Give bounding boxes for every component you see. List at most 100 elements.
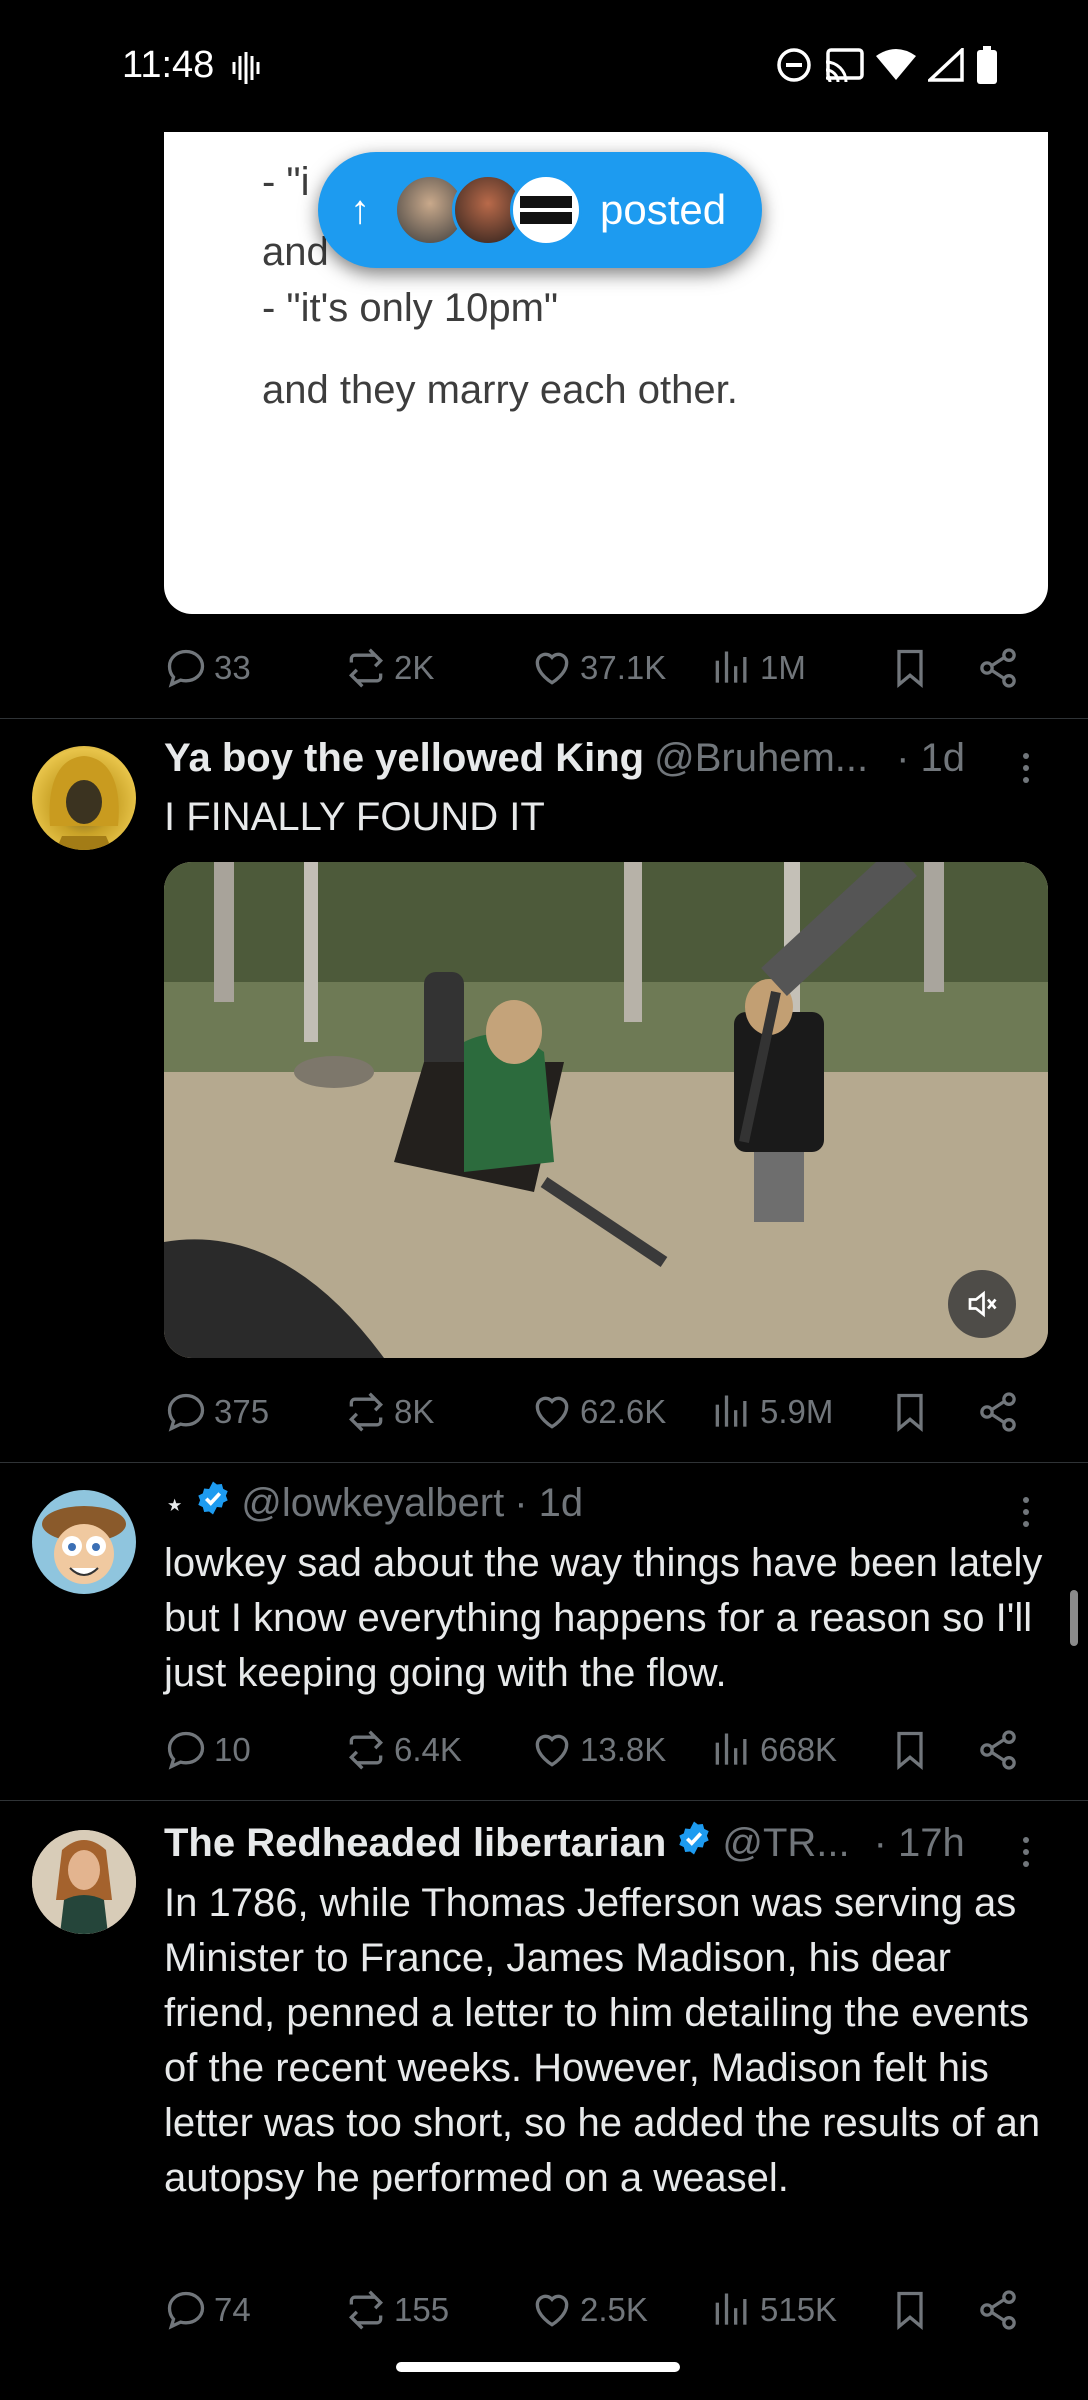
author-name[interactable]: ⋆ <box>164 1485 185 1525</box>
reply-icon <box>167 1731 205 1770</box>
repost-count: 6.4K <box>394 1731 462 1768</box>
new-posts-pill[interactable]: ↑ posted <box>318 152 762 268</box>
bookmark-button[interactable] <box>888 2288 976 2332</box>
share-button[interactable] <box>976 2288 1020 2332</box>
vibrate-icon <box>232 52 260 84</box>
repost-button[interactable]: 155 <box>344 2288 530 2332</box>
reply-count: 375 <box>214 1393 270 1430</box>
status-bar: 11:48 <box>0 0 1088 132</box>
share-icon <box>980 1392 1016 1432</box>
volume-muted-icon <box>968 1290 997 1318</box>
like-count: 2.5K <box>580 2291 648 2328</box>
avatar[interactable] <box>32 746 136 850</box>
mute-toggle[interactable] <box>948 1270 1016 1338</box>
author-name[interactable]: Ya boy the yellowed King <box>164 736 644 781</box>
view-count: 668K <box>760 1731 838 1768</box>
heart-icon <box>535 1396 569 1429</box>
avatar-image <box>49 756 119 850</box>
post-text: lowkey sad about the way things have bee… <box>164 1541 1043 1695</box>
more-options-icon[interactable] <box>1016 748 1036 788</box>
more-options-icon[interactable] <box>1016 1492 1036 1532</box>
views-icon <box>715 651 747 683</box>
battery-icon <box>977 46 997 84</box>
reply-button[interactable]: 33 <box>164 646 344 690</box>
repost-icon <box>348 2290 384 2330</box>
like-count: 62.6K <box>580 1393 667 1430</box>
views-button[interactable]: 5.9M <box>710 1390 888 1434</box>
like-button[interactable]: 13.8K <box>530 1728 710 1772</box>
reply-count: 74 <box>214 2291 251 2328</box>
share-button[interactable] <box>976 1390 1020 1434</box>
post-actions: 375 8K 62.6K 5.9M <box>164 1382 1034 1442</box>
post-header: Ya boy the yellowed King @Bruhem... · 1d <box>164 736 965 781</box>
post-video[interactable] <box>164 862 1048 1358</box>
pill-label: posted <box>600 186 727 233</box>
scrollbar[interactable] <box>1070 1590 1078 1646</box>
like-button[interactable]: 37.1K <box>530 646 710 690</box>
views-icon <box>715 1395 747 1427</box>
image-text-line: and they marry each other. <box>262 368 738 412</box>
bookmark-icon <box>897 2291 923 2331</box>
author-handle[interactable]: @Bruhem... <box>654 736 868 781</box>
views-icon <box>715 1733 747 1765</box>
heart-icon <box>535 2294 569 2327</box>
reply-button[interactable]: 74 <box>164 2288 344 2332</box>
repost-count: 155 <box>394 2291 450 2328</box>
like-button[interactable]: 62.6K <box>530 1390 710 1434</box>
reply-button[interactable]: 375 <box>164 1390 344 1434</box>
post-text: I FINALLY FOUND IT <box>164 795 545 839</box>
avatar-image <box>32 1830 136 1934</box>
heart-icon <box>535 1734 569 1767</box>
views-button[interactable]: 1M <box>710 646 888 690</box>
view-count: 1M <box>760 649 806 686</box>
post-actions: 10 6.4K 13.8K 668K <box>164 1720 1034 1780</box>
status-icons <box>776 46 998 84</box>
bookmark-icon <box>897 1393 923 1433</box>
avatar[interactable] <box>32 1830 136 1934</box>
bookmark-icon <box>897 1731 923 1771</box>
reply-button[interactable]: 10 <box>164 1728 344 1772</box>
repost-button[interactable]: 2K <box>344 646 530 690</box>
post-header: ⋆ @lowkeyalbert · 1d <box>164 1480 583 1526</box>
repost-icon <box>348 1730 384 1770</box>
signal-icon <box>928 48 964 82</box>
bookmark-button[interactable] <box>888 646 976 690</box>
author-handle[interactable]: @lowkeyalbert <box>241 1481 504 1526</box>
share-button[interactable] <box>976 1728 1020 1772</box>
bookmark-icon <box>897 649 923 689</box>
share-icon <box>980 1730 1016 1770</box>
reply-icon <box>167 649 205 688</box>
status-time: 11:48 <box>122 44 215 86</box>
views-button[interactable]: 515K <box>710 2288 888 2332</box>
divider <box>0 718 1088 719</box>
post-time: · 1d <box>514 1481 584 1525</box>
like-count: 13.8K <box>580 1731 667 1768</box>
repost-count: 2K <box>394 649 435 686</box>
reply-icon <box>167 2291 205 2330</box>
home-indicator[interactable] <box>396 2362 680 2372</box>
repost-button[interactable]: 6.4K <box>344 1728 530 1772</box>
avatar[interactable] <box>32 1490 136 1594</box>
like-count: 37.1K <box>580 649 667 686</box>
bookmark-button[interactable] <box>888 1390 976 1434</box>
share-button[interactable] <box>976 646 1020 690</box>
post-time: · 1d <box>896 736 966 780</box>
view-count: 515K <box>760 2291 838 2328</box>
author-name[interactable]: The Redheaded libertarian <box>164 1821 666 1866</box>
repost-button[interactable]: 8K <box>344 1390 530 1434</box>
post-actions: 74 155 2.5K 515K <box>164 2280 1034 2340</box>
share-icon <box>980 648 1016 688</box>
logo-icon <box>520 196 572 224</box>
repost-icon <box>348 648 384 688</box>
views-button[interactable]: 668K <box>710 1728 888 1772</box>
like-button[interactable]: 2.5K <box>530 2288 710 2332</box>
author-handle[interactable]: @TR... <box>722 1821 849 1866</box>
verified-badge-icon <box>679 1821 710 1855</box>
more-options-icon[interactable] <box>1016 1832 1036 1872</box>
image-text-line: - "i <box>262 160 310 204</box>
divider <box>0 1462 1088 1463</box>
reply-count: 10 <box>214 1731 251 1768</box>
bookmark-button[interactable] <box>888 1728 976 1772</box>
view-count: 5.9M <box>760 1393 834 1430</box>
arrow-up-icon: ↑ <box>350 187 370 232</box>
